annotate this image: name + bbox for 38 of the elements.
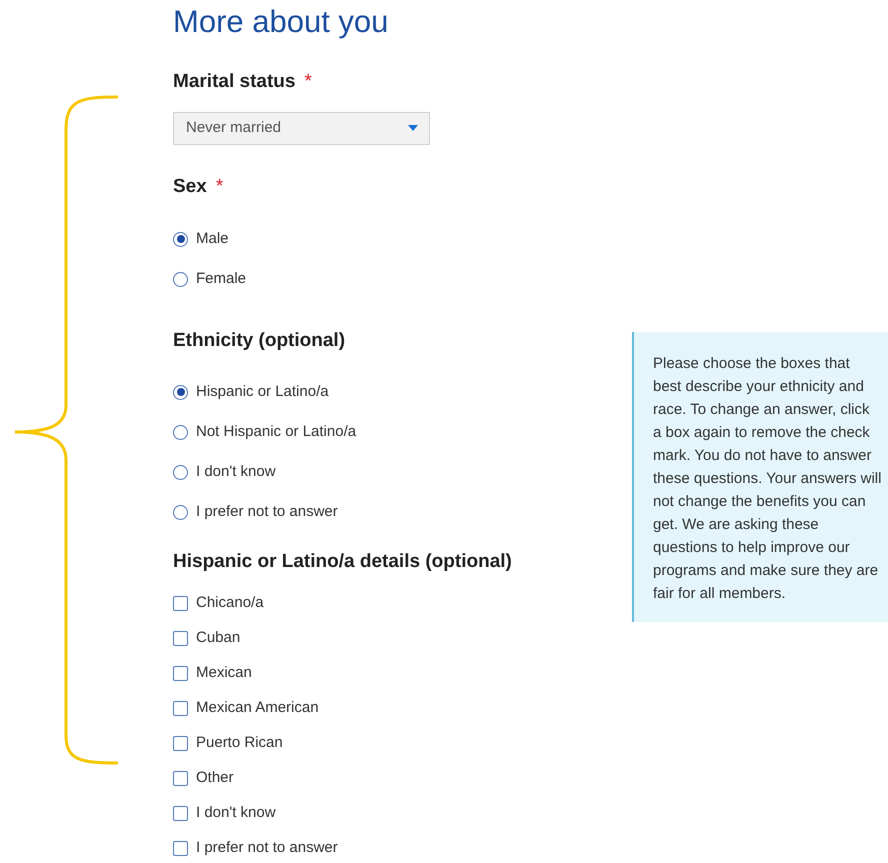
checkbox[interactable] [173,630,188,646]
option-label: Hispanic or Latino/a [196,382,329,402]
checkbox[interactable] [173,770,188,786]
option-label: Cuban [196,628,240,648]
option-label: Male [196,228,229,249]
section-heading: Hispanic or Latino/a details (optional) [173,550,512,574]
option-label: Mexican American [196,698,319,718]
checkbox[interactable] [173,840,188,856]
radio-button[interactable] [173,424,188,440]
option-label: Other [196,768,234,788]
option-label: Not Hispanic or Latino/a [196,422,356,442]
required-mark: * [216,174,224,198]
section-heading: Sex [173,174,207,199]
option-label: Puerto Rican [196,732,283,753]
checkbox[interactable] [173,736,188,750]
section-heading: Ethnicity (optional) [173,329,346,353]
marital-status-select[interactable]: Never married [173,112,430,144]
radio-button[interactable] [173,504,188,520]
option-label: Female [196,268,246,289]
checkbox[interactable] [173,806,188,820]
checkbox[interactable] [173,700,188,716]
caret-icon [408,125,418,131]
option-label: Chicano/a [196,592,264,613]
section-heading: Marital status [173,70,296,94]
radio-button[interactable] [173,232,188,246]
option-label: I don't know [196,462,276,482]
checkbox[interactable] [173,596,188,610]
option-label: I don't know [196,802,276,823]
radio-button[interactable] [173,272,188,286]
option-label: I prefer not to answer [196,838,338,858]
option-label: Mexican [196,662,252,683]
radio-button[interactable] [173,464,188,480]
option-label: I prefer not to answer [196,502,338,522]
help-text: Please choose the boxes that best describe your ethnicity and race. To change an answer, click a box again to remove the check mark. You do not have to answer these questions. Your answers will not change the benefits you can get. We are asking these questions to help improve our programs and make sure they are fair for all members. [653,354,882,604]
required-mark: * [304,70,312,94]
radio-button[interactable] [173,384,188,400]
page-title: More about you [173,3,390,41]
checkbox[interactable] [173,666,188,680]
